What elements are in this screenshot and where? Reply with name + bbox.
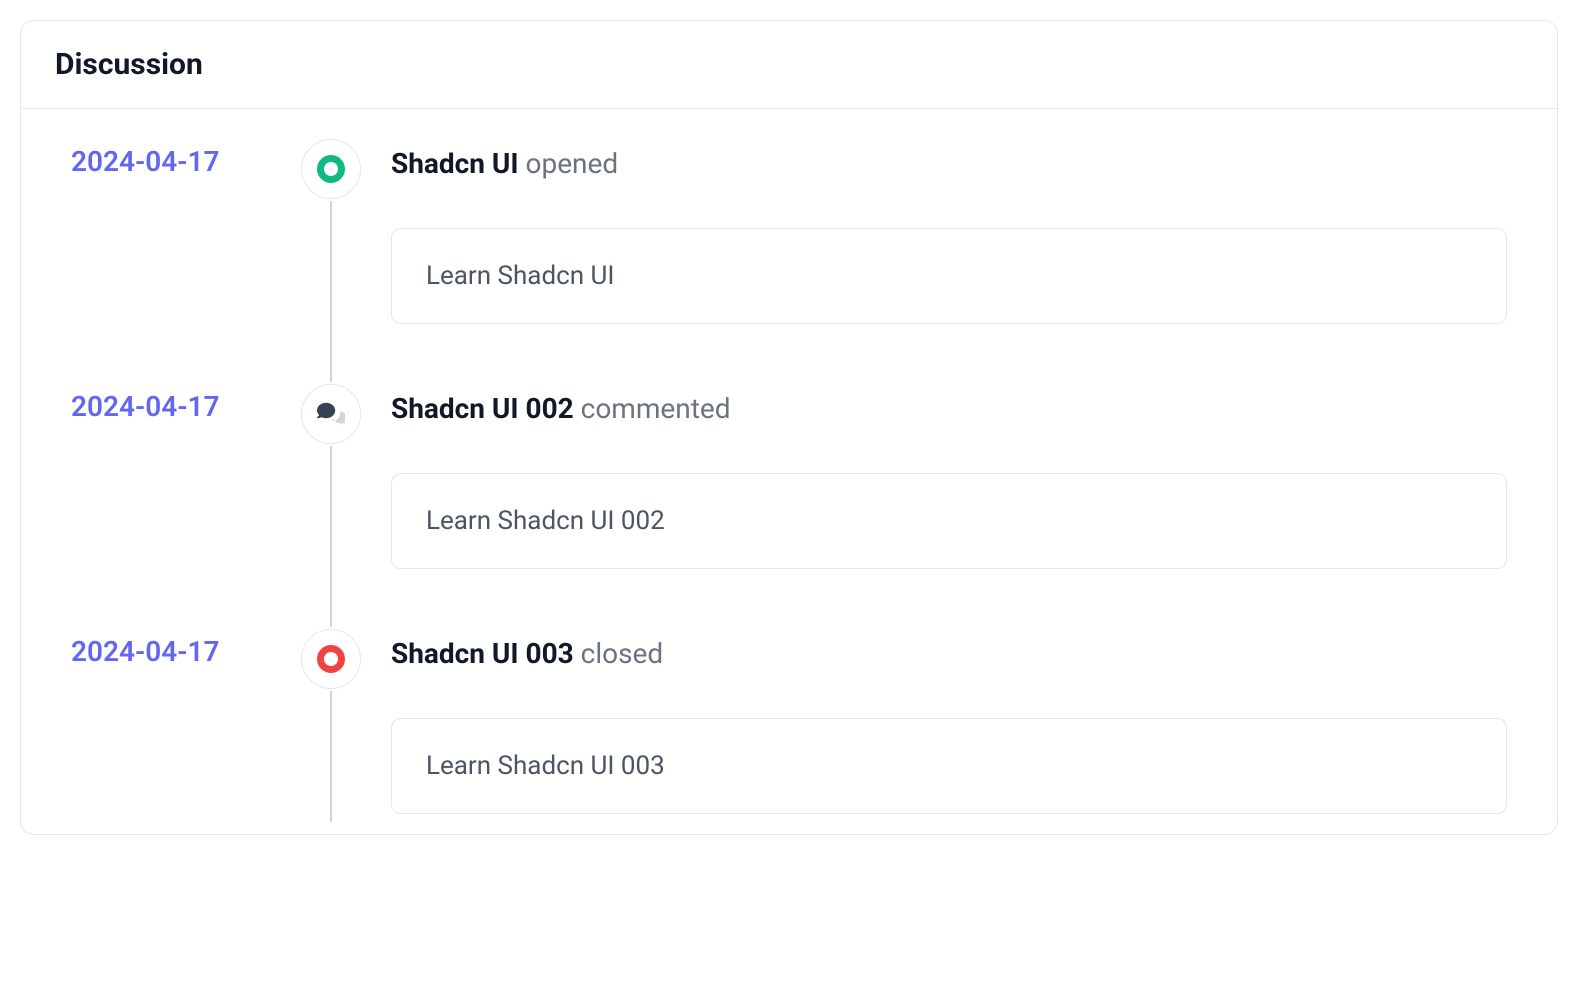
discussion-card: Discussion 2024-04-17 Shadcn UI opened — [20, 20, 1558, 835]
timeline-body: Learn Shadcn UI — [391, 228, 1507, 324]
timeline-content: Shadcn UI opened Learn Shadcn UI — [391, 139, 1507, 384]
timeline-connector — [330, 201, 332, 382]
timeline-action: commented — [581, 392, 731, 425]
timeline-connector — [330, 691, 332, 822]
timeline-item: 2024-04-17 Shadcn UI 002 — [71, 384, 1507, 629]
timeline-date: 2024-04-17 — [71, 384, 271, 629]
timeline-connector — [330, 446, 332, 627]
closed-status-icon — [317, 645, 345, 673]
timeline-content: Shadcn UI 002 commented Learn Shadcn UI … — [391, 384, 1507, 629]
timeline-date: 2024-04-17 — [71, 629, 271, 824]
comments-icon — [317, 400, 345, 428]
card-header: Discussion — [21, 21, 1557, 109]
timeline-author: Shadcn UI 002 — [391, 392, 574, 425]
timeline-body: Learn Shadcn UI 003 — [391, 718, 1507, 814]
timeline-action: opened — [526, 147, 619, 180]
timeline-marker — [301, 384, 361, 444]
timeline-item-header: Shadcn UI opened — [391, 139, 1507, 180]
timeline-marker-column — [301, 629, 361, 824]
timeline-item: 2024-04-17 Shadcn UI opened Learn Shadcn… — [71, 139, 1507, 384]
timeline-item-header: Shadcn UI 003 closed — [391, 629, 1507, 670]
open-status-icon — [317, 155, 345, 183]
timeline-marker — [301, 139, 361, 199]
timeline-author: Shadcn UI 003 — [391, 637, 574, 670]
timeline-item-header: Shadcn UI 002 commented — [391, 384, 1507, 425]
timeline-marker-column — [301, 384, 361, 629]
card-title: Discussion — [55, 47, 1523, 82]
card-body: 2024-04-17 Shadcn UI opened Learn Shadcn… — [21, 109, 1557, 834]
timeline-item: 2024-04-17 Shadcn UI 003 closed Learn Sh… — [71, 629, 1507, 824]
timeline-marker-column — [301, 139, 361, 384]
timeline-content: Shadcn UI 003 closed Learn Shadcn UI 003 — [391, 629, 1507, 824]
timeline-marker — [301, 629, 361, 689]
timeline: 2024-04-17 Shadcn UI opened Learn Shadcn… — [71, 139, 1507, 824]
timeline-body: Learn Shadcn UI 002 — [391, 473, 1507, 569]
timeline-author: Shadcn UI — [391, 147, 519, 180]
timeline-date: 2024-04-17 — [71, 139, 271, 384]
timeline-action: closed — [581, 637, 664, 670]
